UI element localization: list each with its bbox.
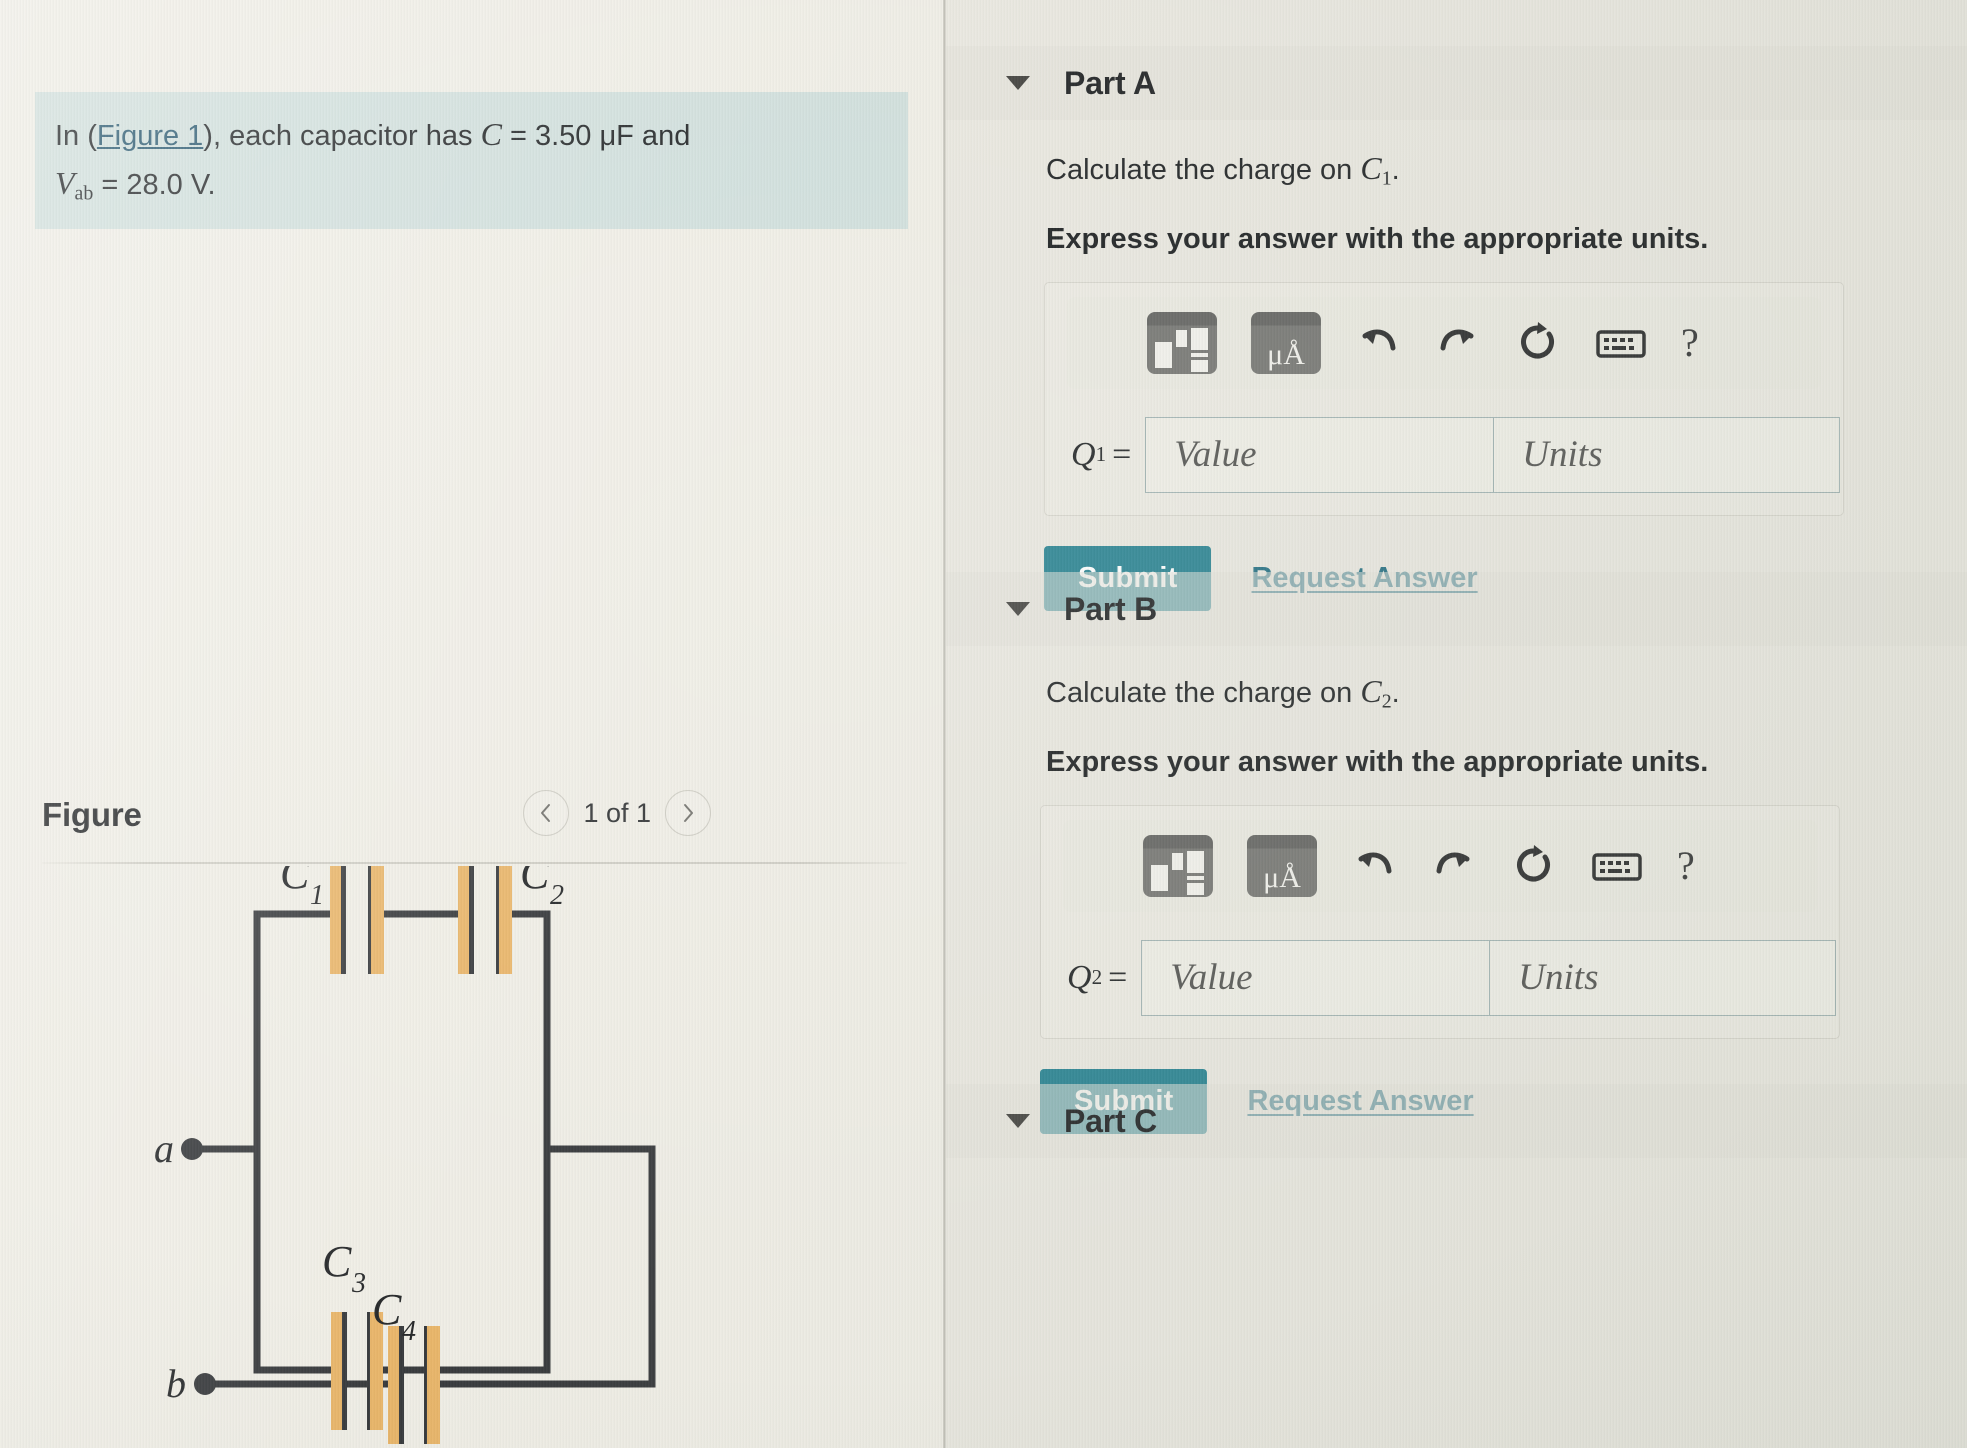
part-b-prompt-symbol: C2 bbox=[1360, 673, 1392, 713]
capacitor-c1 bbox=[330, 866, 384, 974]
capacitor-c2 bbox=[458, 866, 512, 974]
problem-text-mid: ), each capacitor has bbox=[203, 120, 481, 152]
circuit-diagram: C 1 C 2 C 3 C 4 a b bbox=[42, 866, 922, 1448]
part-b-math-toolbar: μÅ ? bbox=[1063, 819, 1817, 912]
part-c-title: Part C bbox=[1064, 1102, 1158, 1139]
figure-pager: 1 of 1 bbox=[523, 790, 711, 836]
reset-icon[interactable] bbox=[1515, 320, 1561, 366]
help-question-icon[interactable]: ? bbox=[1677, 842, 1695, 889]
math-template-icon[interactable] bbox=[1143, 834, 1213, 897]
part-c-header[interactable]: Part C bbox=[946, 1084, 1967, 1158]
part-b-title: Part B bbox=[1064, 590, 1158, 627]
part-b-units-input[interactable]: Units bbox=[1489, 939, 1837, 1016]
label-c4: C bbox=[372, 1285, 402, 1334]
part-b-answer-row: Q 2 = Value Units bbox=[1067, 939, 1839, 1016]
figure-title: Figure bbox=[42, 796, 142, 833]
part-a-prompt: Calculate the charge on C1. bbox=[1046, 150, 1967, 191]
part-a-answer-row: Q 1 = Value Units bbox=[1071, 416, 1843, 493]
problem-text-prefix: In ( bbox=[55, 120, 97, 152]
left-panel: In (Figure 1), each capacitor has C = 3.… bbox=[0, 0, 943, 1448]
units-angstrom-icon[interactable]: μÅ bbox=[1251, 311, 1321, 374]
label-c3: C bbox=[322, 1237, 352, 1286]
part-b-instruction: Express your answer with the appropriate… bbox=[1046, 745, 1709, 778]
part-b-value-input[interactable]: Value bbox=[1141, 939, 1490, 1016]
part-a-answer-equals: = bbox=[1112, 435, 1132, 473]
part-b-body: Calculate the charge on C2. Express your… bbox=[946, 673, 1967, 1134]
part-a-prompt-subscript: 1 bbox=[1381, 167, 1392, 190]
part-a-instruction: Express your answer with the appropriate… bbox=[1046, 222, 1709, 255]
part-a-value-input[interactable]: Value bbox=[1145, 416, 1494, 493]
circuit-svg: C 1 C 2 C 3 C 4 a b bbox=[154, 866, 656, 1444]
redo-icon[interactable] bbox=[1431, 843, 1477, 889]
part-a-prompt-symbol: C1 bbox=[1360, 150, 1392, 190]
terminal-a-dot bbox=[181, 1138, 203, 1160]
part-b-prompt: Calculate the charge on C2. bbox=[1046, 673, 1967, 714]
part-b-answer-subscript: 2 bbox=[1091, 965, 1103, 990]
terminal-b-dot bbox=[194, 1373, 216, 1395]
keyboard-icon[interactable] bbox=[1591, 846, 1643, 886]
caret-down-icon[interactable] bbox=[1006, 1114, 1030, 1128]
figure-1-link[interactable]: Figure 1 bbox=[97, 120, 203, 152]
part-b-prompt-suffix: . bbox=[1391, 677, 1400, 709]
help-question-icon[interactable]: ? bbox=[1681, 319, 1699, 366]
label-c2: C bbox=[520, 866, 550, 898]
keyboard-icon[interactable] bbox=[1595, 323, 1647, 363]
undo-icon[interactable] bbox=[1355, 320, 1401, 366]
reset-icon[interactable] bbox=[1511, 843, 1557, 889]
voltage-symbol: Vab bbox=[55, 164, 94, 205]
problem-statement: In (Figure 1), each capacitor has C = 3.… bbox=[35, 92, 908, 229]
caret-down-icon[interactable] bbox=[1006, 602, 1030, 616]
part-a-math-toolbar: μÅ ? bbox=[1067, 296, 1821, 389]
label-c2-subscript: 2 bbox=[550, 880, 564, 911]
label-c1-subscript: 1 bbox=[310, 880, 324, 911]
capacitance-symbol: C bbox=[480, 116, 502, 152]
chevron-right-icon bbox=[684, 804, 693, 822]
part-b-answer-label: Q 2 = bbox=[1067, 958, 1128, 996]
part-a-title: Part A bbox=[1064, 64, 1156, 101]
terminal-a-label: a bbox=[154, 1126, 174, 1171]
part-b-answer-equals: = bbox=[1108, 958, 1128, 996]
part-b-answer-box: μÅ ? Q 2 = Value Units bbox=[1040, 804, 1840, 1039]
figure-header: Figure 1 of 1 bbox=[42, 790, 907, 862]
chevron-left-icon bbox=[541, 804, 551, 822]
figure-next-button[interactable] bbox=[665, 790, 711, 836]
figure-pager-label: 1 of 1 bbox=[583, 797, 651, 828]
caret-down-icon[interactable] bbox=[1006, 76, 1030, 90]
figure-prev-button[interactable] bbox=[523, 790, 570, 836]
part-b-prompt-subscript: 2 bbox=[1381, 690, 1392, 713]
part-a-header[interactable]: Part A bbox=[946, 46, 1967, 120]
right-panel: Part A Calculate the charge on C1. Expre… bbox=[946, 0, 1967, 1448]
part-a-prompt-prefix: Calculate the charge on bbox=[1046, 154, 1361, 186]
label-c1: C bbox=[280, 866, 310, 898]
figure-divider bbox=[42, 862, 907, 864]
terminal-b-label: b bbox=[166, 1361, 186, 1406]
redo-icon[interactable] bbox=[1435, 320, 1481, 366]
part-a-units-input[interactable]: Units bbox=[1493, 416, 1841, 493]
part-a-body: Calculate the charge on C1. Express your… bbox=[946, 150, 1967, 611]
part-b-prompt-prefix: Calculate the charge on bbox=[1046, 677, 1361, 709]
label-c3-subscript: 3 bbox=[351, 1268, 366, 1299]
part-a-answer-label: Q 1 = bbox=[1071, 435, 1132, 473]
part-a-prompt-suffix: . bbox=[1391, 154, 1400, 186]
panel-divider bbox=[943, 0, 946, 1448]
part-b-header[interactable]: Part B bbox=[946, 572, 1967, 646]
math-template-icon[interactable] bbox=[1147, 311, 1217, 374]
units-angstrom-icon[interactable]: μÅ bbox=[1247, 834, 1317, 897]
voltage-value: = 28.0 V. bbox=[93, 168, 216, 201]
part-a-answer-box: μÅ ? Q 1 = Value Units bbox=[1044, 281, 1844, 516]
label-c4-subscript: 4 bbox=[402, 1316, 416, 1347]
part-a-answer-subscript: 1 bbox=[1095, 442, 1107, 467]
voltage-subscript: ab bbox=[74, 182, 94, 205]
capacitance-value: = 3.50 μF and bbox=[501, 120, 691, 152]
undo-icon[interactable] bbox=[1351, 843, 1397, 889]
